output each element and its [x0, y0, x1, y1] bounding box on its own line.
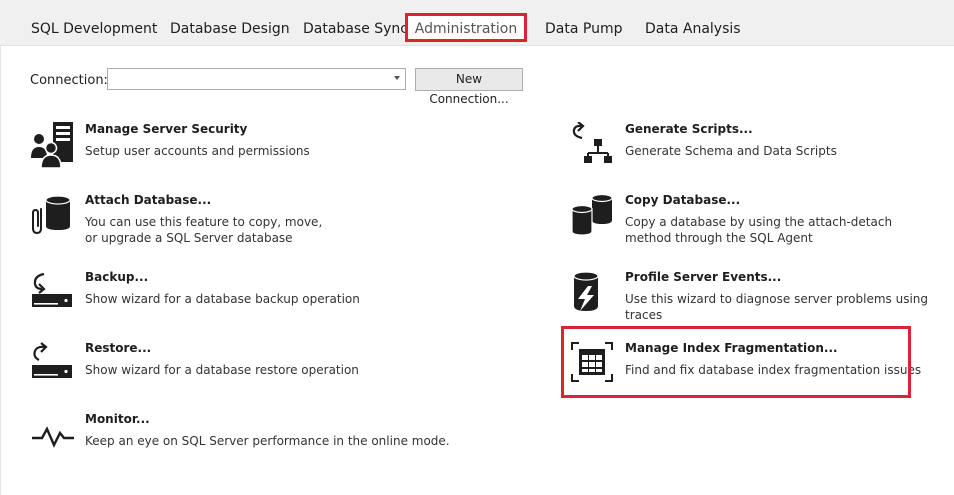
- feature-description: Copy a database by using the attach-deta…: [625, 215, 893, 245]
- chevron-down-icon[interactable]: [394, 76, 400, 80]
- feature-description: Setup user accounts and permissions: [85, 144, 310, 158]
- generate-scripts-icon: [570, 122, 616, 168]
- feature-backup[interactable]: Backup... Show wizard for a database bac…: [30, 270, 420, 316]
- feature-description: Show wizard for a database backup operat…: [85, 292, 360, 306]
- backup-icon: [30, 270, 76, 316]
- tab-administration[interactable]: Administration: [405, 13, 527, 42]
- connection-select[interactable]: [107, 68, 406, 90]
- server-security-icon: [30, 122, 76, 168]
- new-connection-button[interactable]: New Connection...: [415, 68, 523, 106]
- tab-data-analysis[interactable]: Data Analysis: [645, 21, 741, 37]
- feature-generate-scripts[interactable]: Generate Scripts... Generate Schema and …: [570, 122, 930, 168]
- feature-profile-server-events[interactable]: Profile Server Events... Use this wizard…: [570, 270, 940, 322]
- feature-copy-database[interactable]: Copy Database... Copy a database by usin…: [570, 193, 930, 245]
- monitor-icon: [30, 412, 76, 458]
- tab-database-design[interactable]: Database Design: [170, 21, 290, 37]
- feature-attach-database[interactable]: Attach Database... You can use this feat…: [30, 193, 420, 245]
- feature-description: Keep an eye on SQL Server performance in…: [85, 434, 450, 448]
- feature-description: Show wizard for a database restore opera…: [85, 363, 359, 377]
- tab-sql-development[interactable]: SQL Development: [31, 21, 157, 37]
- connection-label: Connection:: [30, 73, 108, 88]
- attach-database-icon: [30, 193, 76, 239]
- feature-monitor[interactable]: Monitor... Keep an eye on SQL Server per…: [30, 412, 450, 458]
- copy-database-icon: [570, 193, 616, 239]
- feature-manage-server-security[interactable]: Manage Server Security Setup user accoun…: [30, 122, 420, 168]
- tab-administration-label: Administration: [414, 21, 518, 37]
- tab-database-sync[interactable]: Database Sync: [303, 21, 408, 37]
- restore-icon: [30, 341, 76, 387]
- feature-description: Generate Schema and Data Scripts: [625, 144, 837, 158]
- feature-title: Generate Scripts...: [625, 122, 753, 136]
- feature-title: Backup...: [85, 270, 149, 284]
- feature-description: Use this wizard to diagnose server probl…: [625, 292, 929, 322]
- highlight-box: [561, 326, 911, 398]
- feature-title: Profile Server Events...: [625, 270, 782, 284]
- feature-title: Manage Server Security: [85, 122, 248, 136]
- feature-title: Monitor...: [85, 412, 150, 426]
- feature-description: You can use this feature to copy, move, …: [85, 215, 323, 245]
- tab-bar: SQL Development Database Design Database…: [0, 0, 954, 46]
- profile-events-icon: [570, 270, 616, 316]
- feature-title: Copy Database...: [625, 193, 741, 207]
- feature-restore[interactable]: Restore... Show wizard for a database re…: [30, 341, 420, 387]
- feature-title: Restore...: [85, 341, 152, 355]
- tab-data-pump[interactable]: Data Pump: [545, 21, 622, 37]
- feature-title: Attach Database...: [85, 193, 212, 207]
